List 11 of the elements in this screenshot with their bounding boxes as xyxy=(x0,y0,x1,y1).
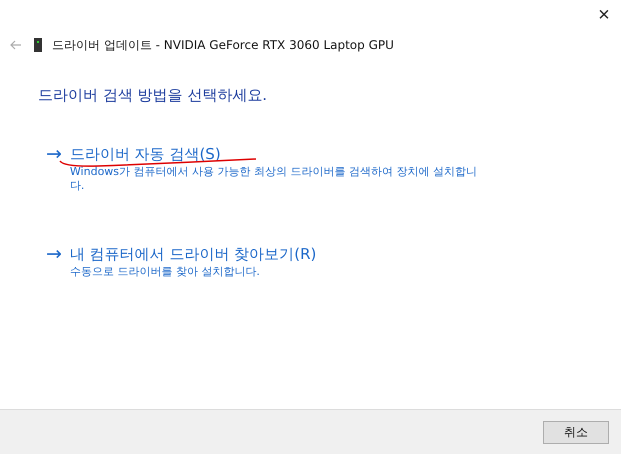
arrow-icon: → xyxy=(46,243,62,279)
close-button[interactable]: × xyxy=(587,0,621,30)
cancel-button[interactable]: 취소 xyxy=(543,420,609,444)
option-description: 수동으로 드라이버를 찾아 설치합니다. xyxy=(70,265,261,279)
option-link[interactable]: 내 컴퓨터에서 드라이버 찾아보기(R) xyxy=(70,243,316,265)
window-title: 드라이버 업데이트 - NVIDIA GeForce RTX 3060 Laptop GPU xyxy=(52,36,394,54)
heading: 드라이버 검색 방법을 선택하세요. xyxy=(38,86,268,105)
option-link[interactable]: 드라이버 자동 검색(S) xyxy=(70,143,482,165)
device-icon xyxy=(34,38,42,52)
option-description: Windows가 컴퓨터에서 사용 가능한 최상의 드라이버를 검색하여 장치에 설치합니다. xyxy=(70,165,478,193)
arrow-icon: → xyxy=(46,143,62,193)
